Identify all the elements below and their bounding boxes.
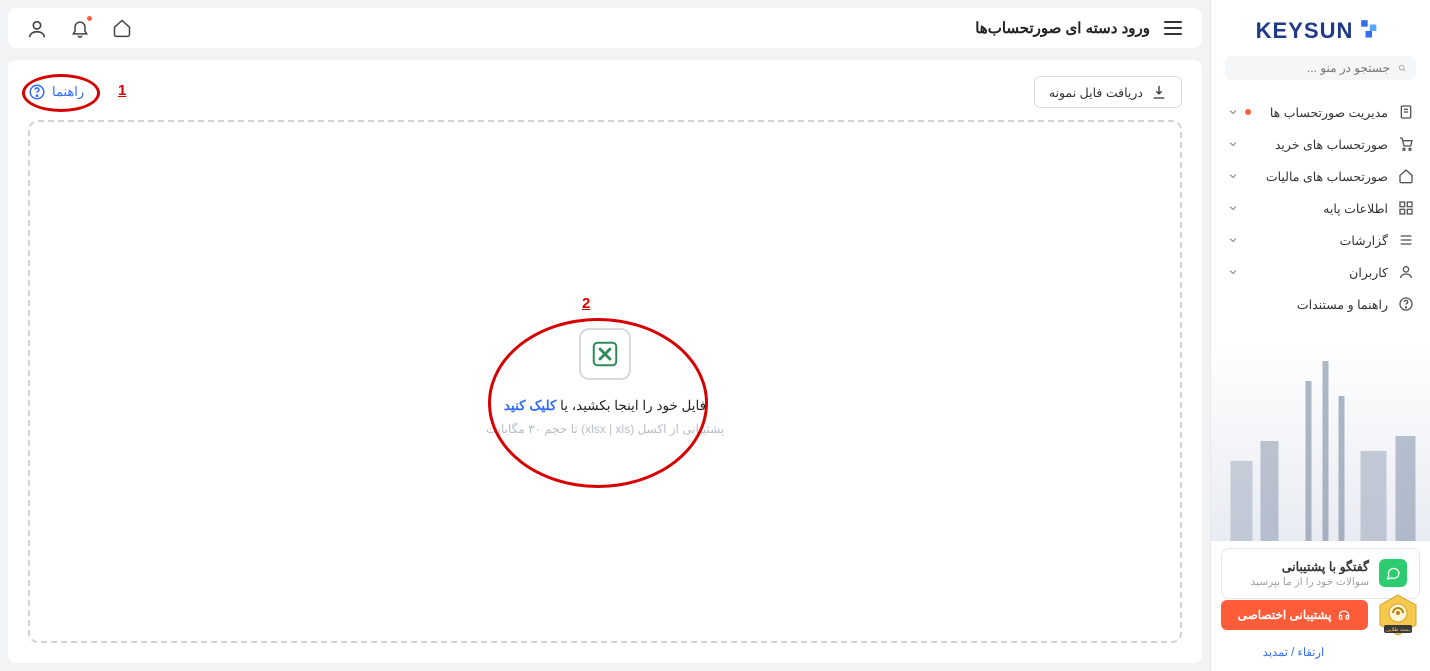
logo-icon — [1359, 18, 1385, 44]
logo: KEYSUN — [1211, 0, 1430, 56]
menu-label: صورتحساب های مالیات — [1266, 169, 1388, 184]
menu-label: اطلاعات پایه — [1323, 201, 1388, 216]
menu-label: راهنما و مستندات — [1297, 297, 1388, 312]
menu-label: صورتحساب های خرید — [1275, 137, 1388, 152]
menu-invoices[interactable]: مدیریت صورتحساب ها — [1211, 96, 1430, 128]
dropzone-click[interactable]: کلیک کنید — [504, 398, 556, 413]
help-link[interactable]: راهنما — [28, 83, 84, 101]
dedicated-support-button[interactable]: پشتیبانی اختصاصی — [1221, 600, 1368, 630]
support-box[interactable]: گفتگو با پشتیبانی سوالات خود را از ما بپ… — [1221, 548, 1420, 599]
user-icon[interactable] — [28, 18, 48, 38]
search-input[interactable] — [1235, 61, 1390, 75]
chevron-down-icon — [1227, 234, 1239, 246]
search-box[interactable] — [1225, 56, 1416, 80]
page-title: ورود دسته ای صورتحساب‌ها — [975, 19, 1150, 37]
dropzone-text: فایل خود را اینجا بکشید، یا کلیک کنید — [504, 398, 706, 414]
topbar: ورود دسته ای صورتحساب‌ها — [8, 8, 1202, 48]
support-subtitle: سوالات خود را از ما بپرسید — [1251, 576, 1369, 588]
chevron-down-icon — [1227, 106, 1239, 118]
file-dropzone[interactable]: فایل خود را اینجا بکشید، یا کلیک کنید پش… — [28, 120, 1182, 643]
user-icon — [1398, 264, 1414, 280]
headset-icon — [1337, 608, 1351, 622]
bell-icon[interactable] — [70, 18, 90, 38]
grid-icon — [1398, 200, 1414, 216]
support-title: گفتگو با پشتیبانی — [1251, 559, 1369, 574]
list-icon — [1398, 232, 1414, 248]
menu-label: گزارشات — [1340, 233, 1388, 248]
renew-link[interactable]: ارتقاء / تمدید — [1263, 647, 1324, 659]
hamburger-icon[interactable] — [1164, 21, 1182, 35]
menu-label: مدیریت صورتحساب ها — [1270, 105, 1388, 120]
help-icon — [28, 83, 46, 101]
chevron-down-icon — [1227, 266, 1239, 278]
gold-badge: بسته طلایی — [1376, 593, 1420, 637]
doc-icon — [1398, 104, 1414, 120]
home-icon[interactable] — [112, 18, 132, 38]
dropzone-subtext: پشتیبانی از اکسل (xlsx | xls) تا حجم ۳۰ … — [486, 422, 724, 436]
sidebar: KEYSUN مدیریت صورتحساب ها — [1210, 0, 1430, 671]
search-icon — [1398, 61, 1406, 75]
chat-icon — [1379, 559, 1407, 587]
excel-icon — [579, 328, 631, 380]
notification-dot — [1245, 109, 1251, 115]
menu-label: کاربران — [1349, 265, 1388, 280]
menu-users[interactable]: کاربران — [1211, 256, 1430, 288]
download-sample-button[interactable]: دریافت فایل نمونه — [1034, 76, 1182, 108]
chevron-down-icon — [1227, 138, 1239, 150]
menu-purchase[interactable]: صورتحساب های خرید — [1211, 128, 1430, 160]
home-icon — [1398, 168, 1414, 184]
svg-text:بسته طلایی: بسته طلایی — [1386, 627, 1410, 633]
chevron-down-icon — [1227, 170, 1239, 182]
notification-dot — [87, 16, 92, 21]
content-card: دریافت فایل نمونه راهنما فایل خود را این… — [8, 60, 1202, 663]
main: ورود دسته ای صورتحساب‌ها دریافت فایل نمو… — [0, 0, 1210, 671]
cart-icon — [1398, 136, 1414, 152]
menu-tax[interactable]: صورتحساب های مالیات — [1211, 160, 1430, 192]
menu-basic[interactable]: اطلاعات پایه — [1211, 192, 1430, 224]
menu-help[interactable]: راهنما و مستندات — [1211, 288, 1430, 320]
menu-reports[interactable]: گزارشات — [1211, 224, 1430, 256]
chevron-down-icon — [1227, 202, 1239, 214]
download-icon — [1151, 84, 1167, 100]
brand-name: KEYSUN — [1256, 18, 1354, 44]
help-icon — [1398, 296, 1414, 312]
